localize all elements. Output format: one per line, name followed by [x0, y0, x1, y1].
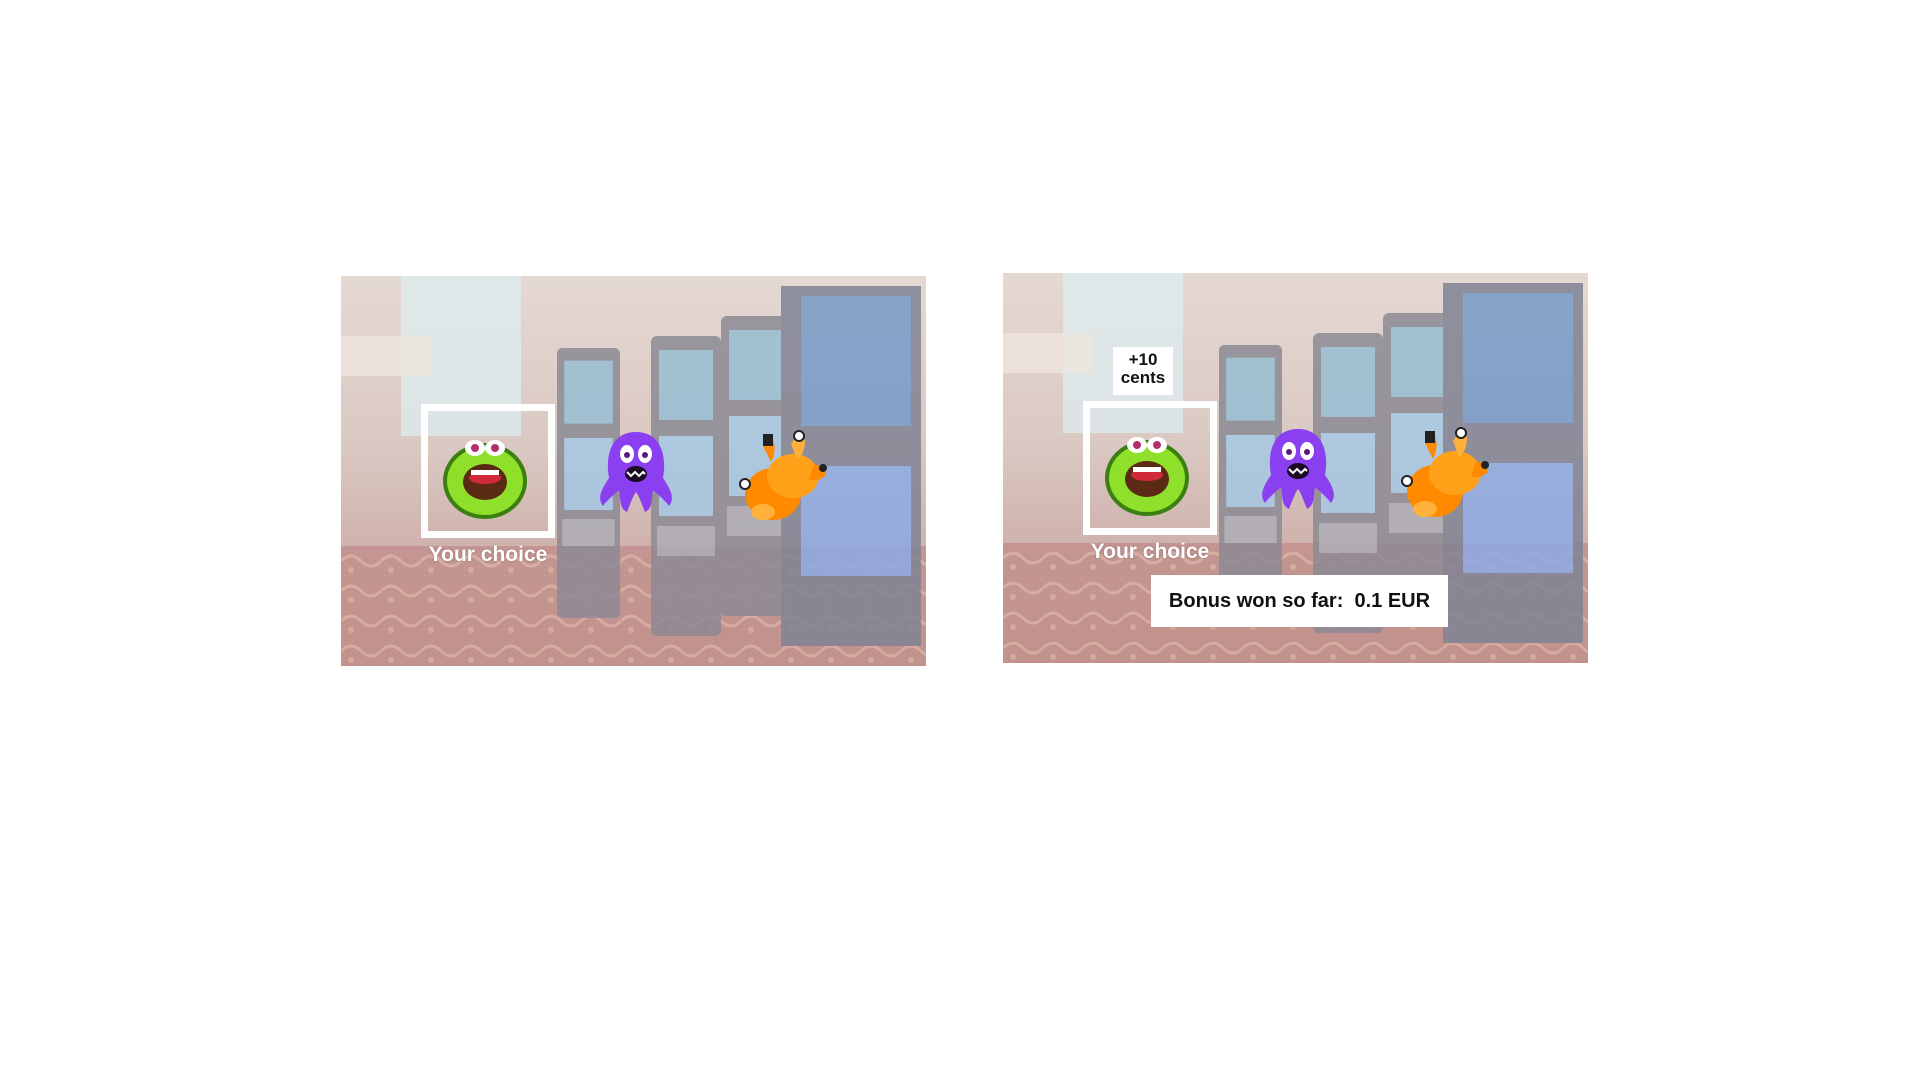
- orange-multi-eyed-monster-icon[interactable]: [733, 426, 833, 526]
- bonus-value: 0.1 EUR: [1354, 589, 1431, 612]
- orange-multi-eyed-monster-icon: [1401, 427, 1489, 517]
- reward-feedback-badge: +10 cents: [1113, 347, 1173, 395]
- your-choice-label: Your choice: [428, 543, 548, 566]
- bonus-total-box: Bonus won so far: 0.1 EUR: [1151, 575, 1448, 627]
- your-choice-label: Your choice: [1090, 540, 1210, 563]
- trial-panel-feedback: +10 cents Your choice Bonus won so far: …: [1003, 273, 1588, 663]
- reward-unit: cents: [1120, 368, 1166, 387]
- green-avocado-monster-icon: [1105, 437, 1189, 516]
- bonus-label: Bonus won so far:: [1168, 589, 1355, 612]
- reward-amount: +10: [1128, 350, 1158, 369]
- purple-octopus-monster-icon[interactable]: [591, 426, 681, 516]
- purple-octopus-monster-icon: [1262, 429, 1334, 509]
- green-avocado-monster-icon[interactable]: [439, 426, 531, 521]
- trial-panel-choice: Your choice: [341, 276, 926, 666]
